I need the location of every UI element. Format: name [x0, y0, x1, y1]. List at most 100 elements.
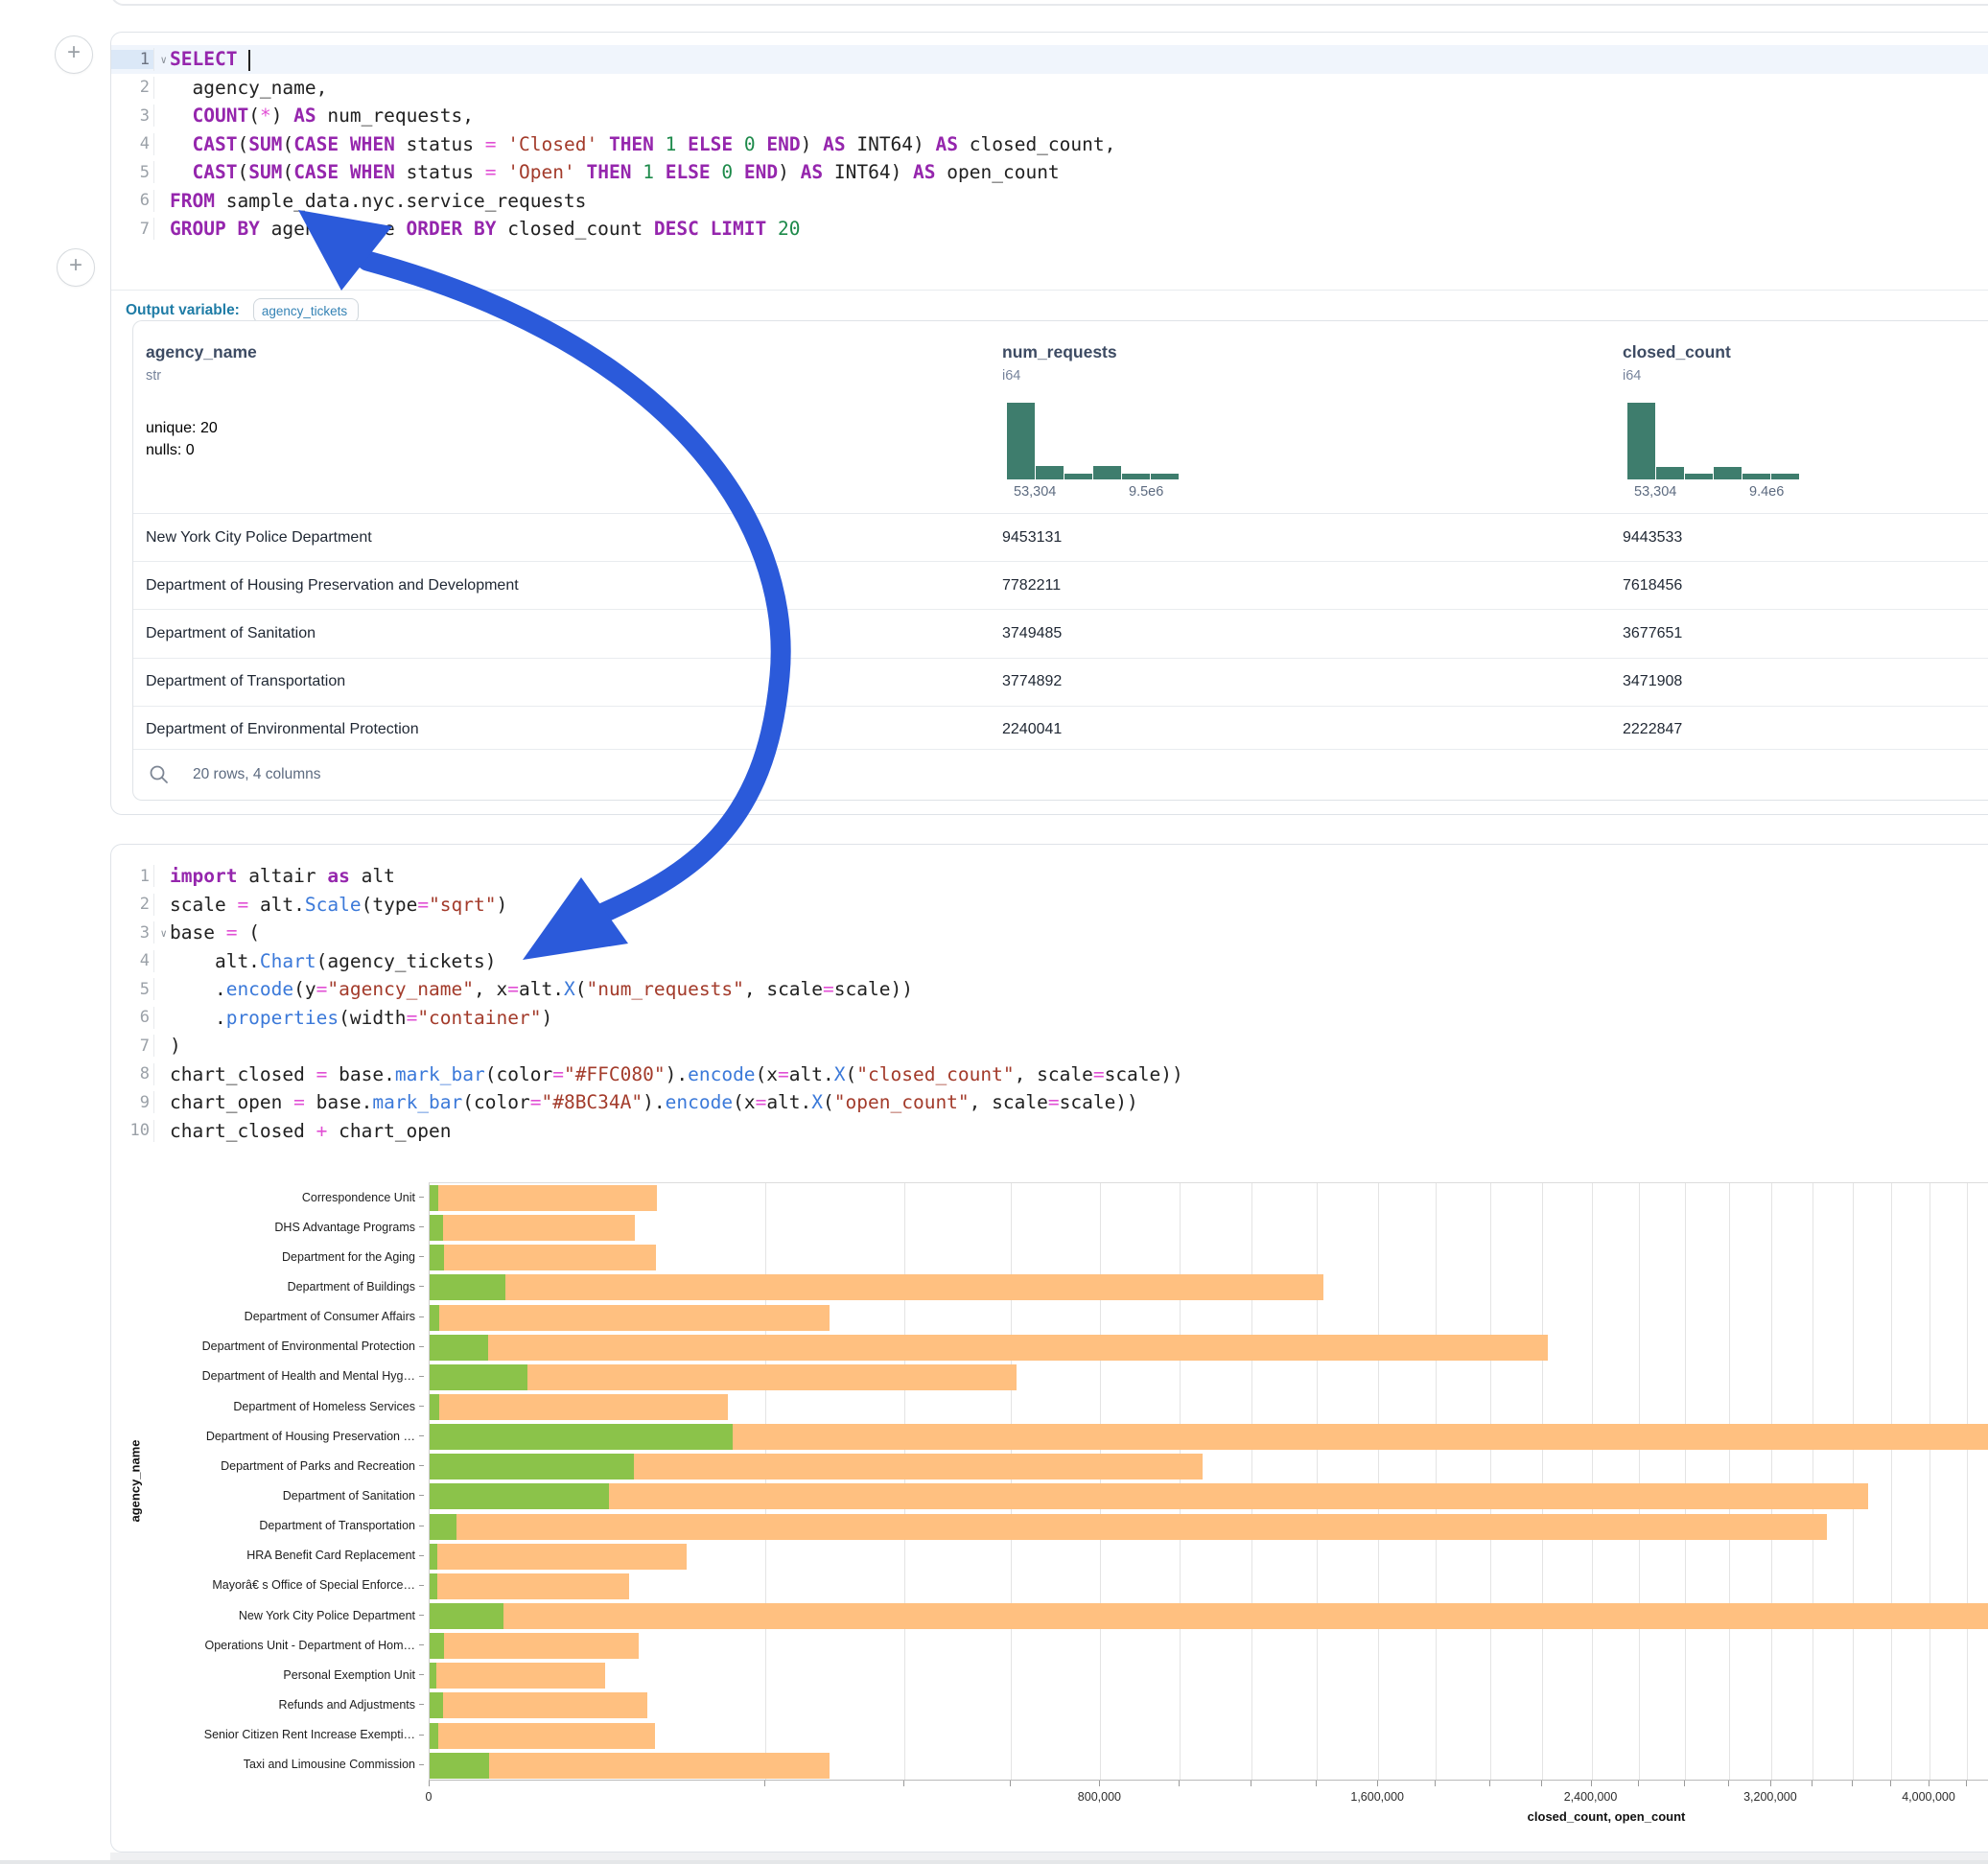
x-axis-tick-label: 800,000 [1078, 1790, 1121, 1804]
table-row[interactable]: Department of Sanitation37494853677651 [133, 610, 1988, 658]
line-number: 2 [111, 78, 153, 97]
fold-chevron-icon[interactable]: ∨ [160, 927, 167, 940]
python-code-editor[interactable]: 1import altair as alt2scale = alt.Scale(… [111, 845, 1988, 1145]
search-icon[interactable] [149, 764, 170, 785]
code-line[interactable]: 9chart_open = base.mark_bar(color="#8BC3… [111, 1088, 1988, 1117]
result-table-panel: agency_namestrunique: 20nulls: 0num_requ… [132, 320, 1988, 801]
output-variable-label: Output variable: [126, 302, 240, 319]
histogram-bar [1122, 474, 1150, 479]
line-number: 10 [111, 1121, 153, 1140]
line-number: 6 [111, 191, 153, 210]
open_count-bar [430, 1483, 609, 1509]
table-row[interactable]: Department of Environmental Protection22… [133, 707, 1988, 754]
column-header-closed_count[interactable]: closed_counti64 [1623, 342, 1731, 384]
x-axis-tick [1852, 1781, 1853, 1786]
chart-category-label: Department of Environmental Protection [202, 1340, 419, 1353]
column-stat: unique: 20 [146, 420, 218, 437]
line-number: 4 [111, 951, 153, 970]
x-axis-tick [1638, 1781, 1639, 1786]
table-cell: Department of Sanitation [146, 625, 316, 642]
x-axis-tick [764, 1781, 765, 1786]
column-dtype: str [146, 368, 257, 384]
insert-cell-button[interactable]: + [57, 248, 95, 287]
chart-category-label: HRA Benefit Card Replacement [246, 1549, 419, 1562]
fold-chevron-icon[interactable]: ∨ [160, 54, 167, 66]
y-axis-tick [419, 1674, 424, 1675]
x-axis-tick [429, 1781, 430, 1786]
code-line[interactable]: 6 .properties(width="container") [111, 1004, 1988, 1033]
line-number: 6 [111, 1008, 153, 1027]
histogram-bar [1714, 467, 1742, 479]
y-axis-tick [419, 1406, 424, 1407]
chart-bar-row [430, 1363, 1988, 1392]
code-line[interactable]: 1∨SELECT [111, 45, 1988, 74]
histogram-min-label: 53,304 [1634, 484, 1676, 500]
table-cell: 3677651 [1623, 625, 1682, 642]
code-line[interactable]: 2scale = alt.Scale(type="sqrt") [111, 891, 1988, 920]
chart-category-label: New York City Police Department [239, 1609, 419, 1622]
x-axis-tick [1179, 1781, 1180, 1786]
table-row[interactable]: Department of Housing Preservation and D… [133, 562, 1988, 610]
code-text: CAST(SUM(CASE WHEN status = 'Closed' THE… [153, 133, 1988, 155]
chart-bar-row [430, 1272, 1988, 1302]
chart-bar-row [430, 1721, 1988, 1751]
x-axis-tick [1890, 1781, 1891, 1786]
x-axis-tick [1812, 1781, 1813, 1786]
chart-category-label: Department of Health and Mental Hyg… [202, 1369, 419, 1383]
column-histogram [1007, 403, 1180, 479]
open_count-bar [430, 1692, 443, 1718]
y-axis-tick [419, 1316, 424, 1317]
x-axis-tick [903, 1781, 904, 1786]
histogram-bar [1685, 474, 1713, 479]
code-line[interactable]: 5 .encode(y="agency_name", x=alt.X("num_… [111, 975, 1988, 1004]
open_count-bar [430, 1514, 456, 1540]
open_count-bar [430, 1544, 437, 1570]
code-line[interactable]: 4 CAST(SUM(CASE WHEN status = 'Closed' T… [111, 130, 1988, 159]
chart-category-label-row: Taxi and Limousine Commission [111, 1750, 424, 1780]
column-header-agency_name[interactable]: agency_namestr [146, 342, 257, 384]
code-text: SELECT [153, 48, 1988, 71]
closed_count-bar [430, 1483, 1868, 1509]
chart-category-label-row: Department of Homeless Services [111, 1391, 424, 1421]
code-line[interactable]: 7) [111, 1032, 1988, 1060]
y-axis-tick [419, 1735, 424, 1736]
chart-category-label-row: Department of Parks and Recreation [111, 1451, 424, 1480]
table-cell: 7782211 [1002, 577, 1061, 594]
y-axis-tick [419, 1585, 424, 1586]
code-text: import altair as alt [153, 865, 1988, 887]
code-line[interactable]: 8chart_closed = base.mark_bar(color="#FF… [111, 1060, 1988, 1089]
column-dtype: i64 [1002, 368, 1117, 384]
chart-category-label: DHS Advantage Programs [274, 1221, 419, 1234]
closed_count-bar [430, 1335, 1548, 1361]
insert-cell-button[interactable]: + [55, 35, 93, 74]
sql-code-editor[interactable]: 1∨SELECT 2 agency_name,3 COUNT(*) AS num… [111, 33, 1988, 244]
code-line[interactable]: 3 COUNT(*) AS num_requests, [111, 102, 1988, 130]
code-line[interactable]: 3∨base = ( [111, 919, 1988, 947]
histogram-bar [1036, 466, 1064, 479]
code-line[interactable]: 2 agency_name, [111, 74, 1988, 103]
line-number: 1∨ [111, 50, 153, 69]
code-line[interactable]: 7GROUP BY agency_name ORDER BY closed_co… [111, 215, 1988, 244]
chart-bar-row [430, 1601, 1988, 1631]
code-line[interactable]: 10chart_closed + chart_open [111, 1117, 1988, 1146]
code-line[interactable]: 1import altair as alt [111, 862, 1988, 891]
table-row[interactable]: New York City Police Department945313194… [133, 514, 1988, 562]
column-header-num_requests[interactable]: num_requestsi64 [1002, 342, 1117, 384]
y-axis-tick [419, 1376, 424, 1377]
chart-y-axis-labels: Correspondence UnitDHS Advantage Program… [111, 1182, 424, 1780]
closed_count-bar [430, 1185, 657, 1211]
chart-category-label: Department of Buildings [288, 1280, 419, 1293]
code-line[interactable]: 6FROM sample_data.nyc.service_requests [111, 187, 1988, 216]
open_count-bar [430, 1215, 443, 1241]
code-line[interactable]: 4 alt.Chart(agency_tickets) [111, 947, 1988, 976]
y-axis-tick [419, 1226, 424, 1227]
table-row[interactable]: Department of Transportation377489234719… [133, 659, 1988, 707]
code-text: COUNT(*) AS num_requests, [153, 105, 1988, 127]
chart-category-label-row: Mayorâ€ s Office of Special Enforce… [111, 1571, 424, 1600]
closed_count-bar [430, 1663, 605, 1689]
closed_count-bar [430, 1603, 1988, 1629]
code-line[interactable]: 5 CAST(SUM(CASE WHEN status = 'Open' THE… [111, 158, 1988, 187]
y-axis-tick [419, 1644, 424, 1645]
open_count-bar [430, 1573, 437, 1599]
closed_count-bar [430, 1573, 629, 1599]
